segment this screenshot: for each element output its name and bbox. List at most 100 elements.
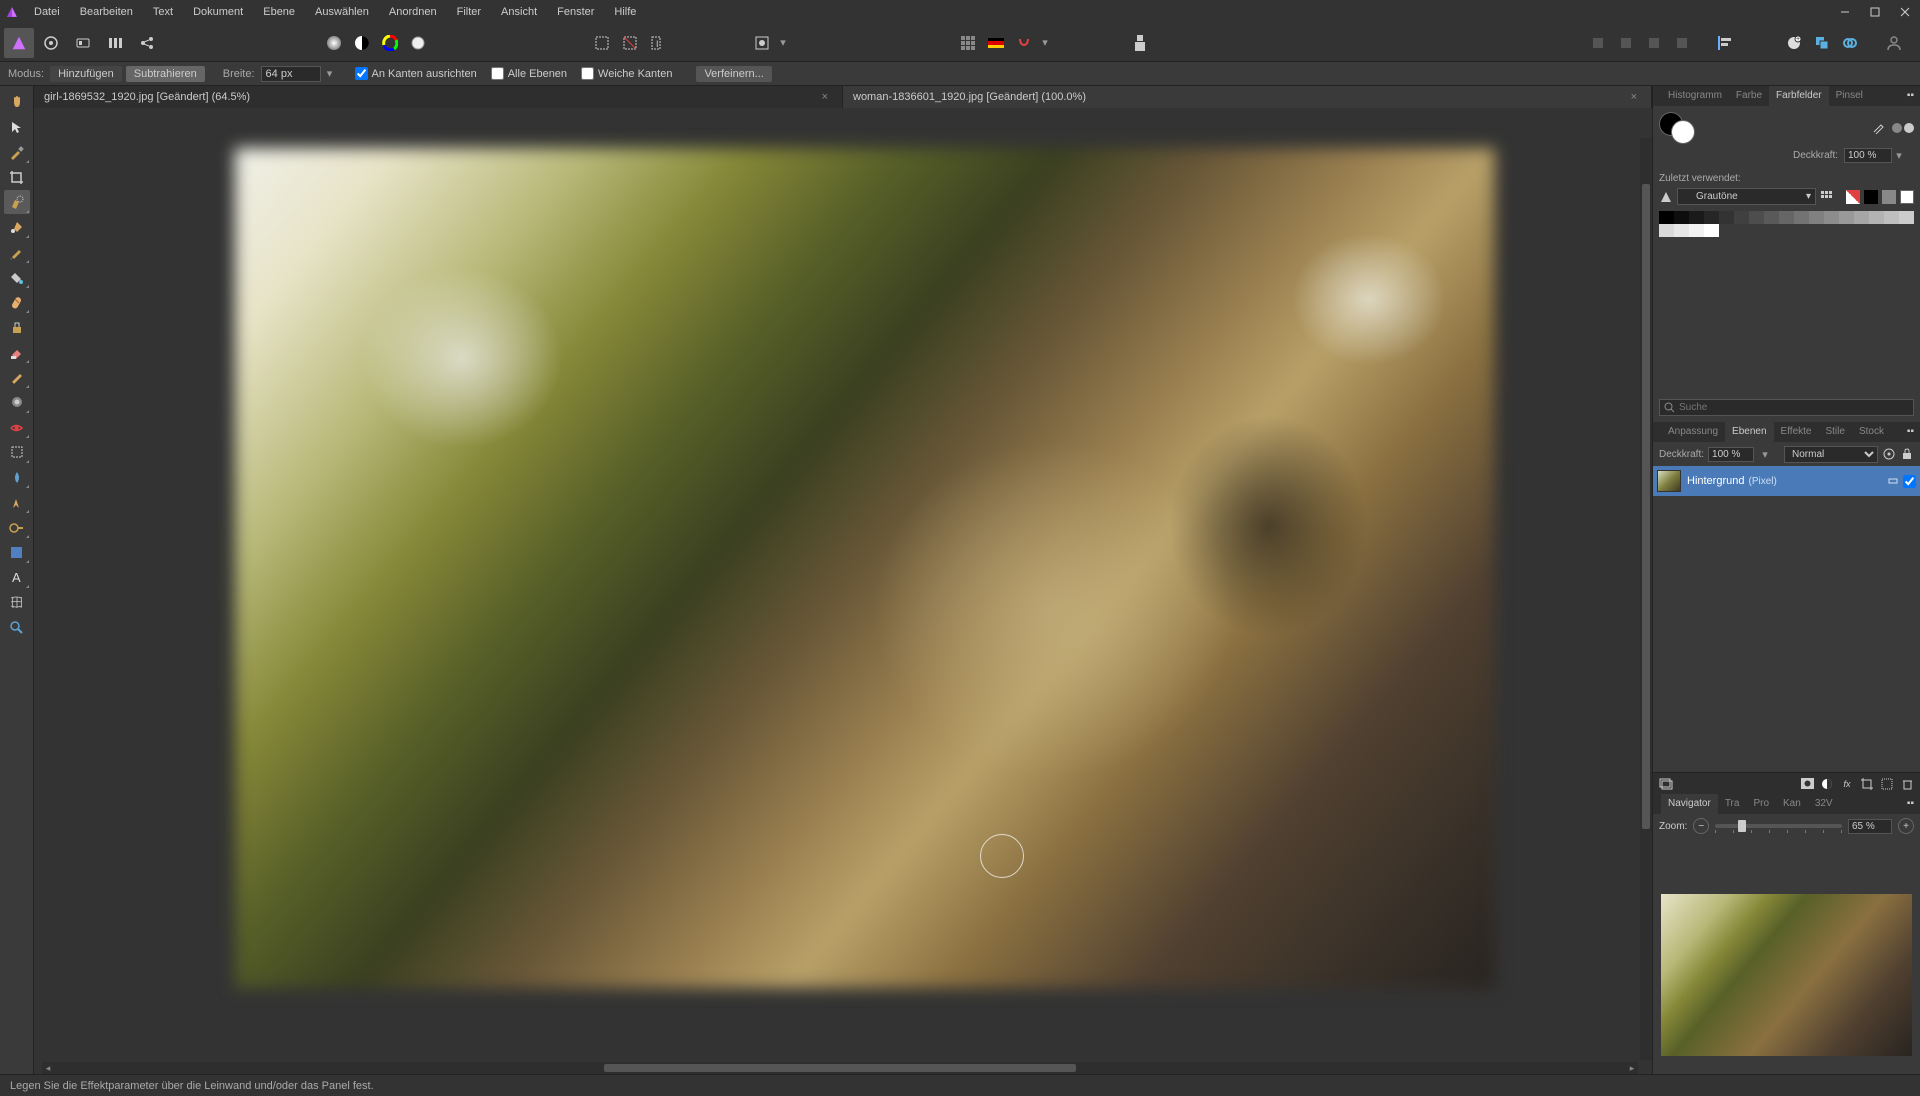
zoom-input[interactable] — [1848, 819, 1892, 834]
move-tool[interactable] — [4, 115, 30, 139]
gray-swatch[interactable] — [1659, 224, 1674, 237]
healing-brush-tool[interactable] — [4, 290, 30, 314]
marquee-crossed-icon[interactable] — [616, 30, 644, 56]
blur-tool[interactable] — [4, 390, 30, 414]
menu-document[interactable]: Dokument — [183, 0, 253, 24]
assistant-icon[interactable] — [1126, 30, 1154, 56]
opacity-dropdown[interactable]: ▾ — [1892, 149, 1906, 162]
color-wheel-icon[interactable] — [376, 30, 404, 56]
blend-mode-select[interactable]: Normal — [1784, 446, 1878, 463]
tab-navigator[interactable]: Navigator — [1661, 794, 1718, 814]
tab-transform[interactable]: Tra — [1718, 794, 1747, 814]
tab-swatches[interactable]: Farbfelder — [1769, 86, 1829, 106]
gray-swatch[interactable] — [1689, 211, 1704, 224]
canvas-viewport[interactable] — [42, 116, 1638, 1060]
opacity-input[interactable] — [1844, 148, 1892, 163]
snap-edges-checkbox[interactable]: An Kanten ausrichten — [355, 67, 477, 80]
swatch-search[interactable] — [1659, 399, 1914, 416]
quick-mask-dropdown[interactable]: ▾ — [776, 36, 790, 49]
marquee-tool[interactable] — [4, 440, 30, 464]
close-button[interactable] — [1890, 0, 1920, 24]
crop-tool[interactable] — [4, 165, 30, 189]
recent-color-swatch[interactable] — [1904, 123, 1914, 133]
tab-layers[interactable]: Ebenen — [1725, 422, 1773, 442]
grid-small-icon[interactable] — [954, 30, 982, 56]
zoom-out-button[interactable]: − — [1693, 818, 1709, 834]
grid-view-icon[interactable] — [1820, 190, 1834, 204]
account-icon[interactable] — [1880, 30, 1908, 56]
shape-tool[interactable] — [4, 540, 30, 564]
foreground-color-well[interactable] — [1671, 120, 1695, 144]
scroll-left-icon[interactable]: ◂ — [42, 1063, 54, 1074]
dodge-tool[interactable] — [4, 515, 30, 539]
gray-swatch[interactable] — [1764, 211, 1779, 224]
gray-swatch[interactable] — [1659, 211, 1674, 224]
gray-swatch[interactable] — [1824, 211, 1839, 224]
layer-group-icon[interactable] — [1657, 775, 1675, 793]
layer-settings-icon[interactable] — [1882, 447, 1896, 461]
tab-channels[interactable]: Kan — [1776, 794, 1808, 814]
snap-icon[interactable] — [1010, 30, 1038, 56]
adjustment-icon[interactable] — [1818, 775, 1836, 793]
export-persona-button[interactable] — [132, 28, 162, 58]
tab-histogram[interactable]: Histogramm — [1661, 86, 1729, 106]
mode-add-button[interactable]: Hinzufügen — [50, 66, 122, 82]
menu-window[interactable]: Fenster — [547, 0, 604, 24]
layer-item[interactable]: Hintergrund (Pixel) — [1653, 466, 1920, 496]
smudge-tool[interactable] — [4, 465, 30, 489]
scrollbar-thumb[interactable] — [604, 1064, 1076, 1072]
tab-color[interactable]: Farbe — [1729, 86, 1769, 106]
mesh-warp-tool[interactable] — [4, 590, 30, 614]
scroll-right-icon[interactable]: ▸ — [1626, 1063, 1638, 1074]
gray-swatch[interactable] — [1869, 211, 1884, 224]
zoom-slider[interactable] — [1715, 824, 1842, 828]
tab-close-icon[interactable]: × — [1627, 91, 1641, 103]
layer-opacity-input[interactable] — [1708, 447, 1754, 462]
maximize-button[interactable] — [1860, 0, 1890, 24]
photo-persona-button[interactable] — [4, 28, 34, 58]
color-picker-tool[interactable] — [4, 140, 30, 164]
menu-file[interactable]: Datei — [24, 0, 70, 24]
eyedropper-icon[interactable] — [1872, 120, 1886, 137]
gray-swatch[interactable] — [1884, 211, 1899, 224]
recent-color-swatch[interactable] — [1892, 123, 1902, 133]
duplicate-icon[interactable] — [1808, 30, 1836, 56]
menu-select[interactable]: Auswählen — [305, 0, 379, 24]
gray-swatch[interactable] — [1704, 211, 1719, 224]
black-swatch[interactable] — [1864, 190, 1878, 204]
panel-menu-icon[interactable]: ▪▪ — [1901, 86, 1920, 106]
menu-filter[interactable]: Filter — [447, 0, 491, 24]
gray-swatch[interactable] — [1779, 211, 1794, 224]
auto-select-icon[interactable]: I — [644, 30, 672, 56]
horizontal-scrollbar[interactable]: ◂ ▸ — [42, 1062, 1638, 1074]
gray-swatch[interactable] — [1882, 190, 1896, 204]
tab-effects[interactable]: Effekte — [1774, 422, 1819, 442]
red-eye-tool[interactable] — [4, 415, 30, 439]
menu-text[interactable]: Text — [143, 0, 183, 24]
white-swatch[interactable] — [1900, 190, 1914, 204]
gray-swatch[interactable] — [1749, 211, 1764, 224]
white-balance-icon[interactable] — [404, 30, 432, 56]
menu-view[interactable]: Ansicht — [491, 0, 547, 24]
layer-link-icon[interactable] — [1887, 475, 1899, 487]
fill-tool[interactable] — [4, 265, 30, 289]
gray-swatch[interactable] — [1704, 224, 1719, 237]
palette-select[interactable]: Grautöne▾ — [1677, 188, 1816, 205]
navigator-preview[interactable] — [1661, 894, 1912, 1056]
selection-brush-tool[interactable] — [4, 190, 30, 214]
delete-layer-icon[interactable] — [1898, 775, 1916, 793]
pencil-tool[interactable] — [4, 365, 30, 389]
snap-dropdown[interactable]: ▾ — [1038, 36, 1052, 49]
tab-32v[interactable]: 32V — [1808, 794, 1840, 814]
refine-button[interactable]: Verfeinern... — [696, 66, 771, 82]
zoom-tool[interactable] — [4, 615, 30, 639]
none-swatch[interactable] — [1846, 190, 1860, 204]
fg-bg-color[interactable] — [1659, 112, 1699, 144]
panel-menu-icon[interactable]: ▪▪ — [1901, 422, 1920, 442]
tab-styles[interactable]: Stile — [1818, 422, 1851, 442]
liquify-persona-button[interactable] — [36, 28, 66, 58]
gray-swatch[interactable] — [1839, 211, 1854, 224]
gray-swatch[interactable] — [1899, 211, 1914, 224]
zoom-in-button[interactable]: + — [1898, 818, 1914, 834]
menu-arrange[interactable]: Anordnen — [379, 0, 447, 24]
